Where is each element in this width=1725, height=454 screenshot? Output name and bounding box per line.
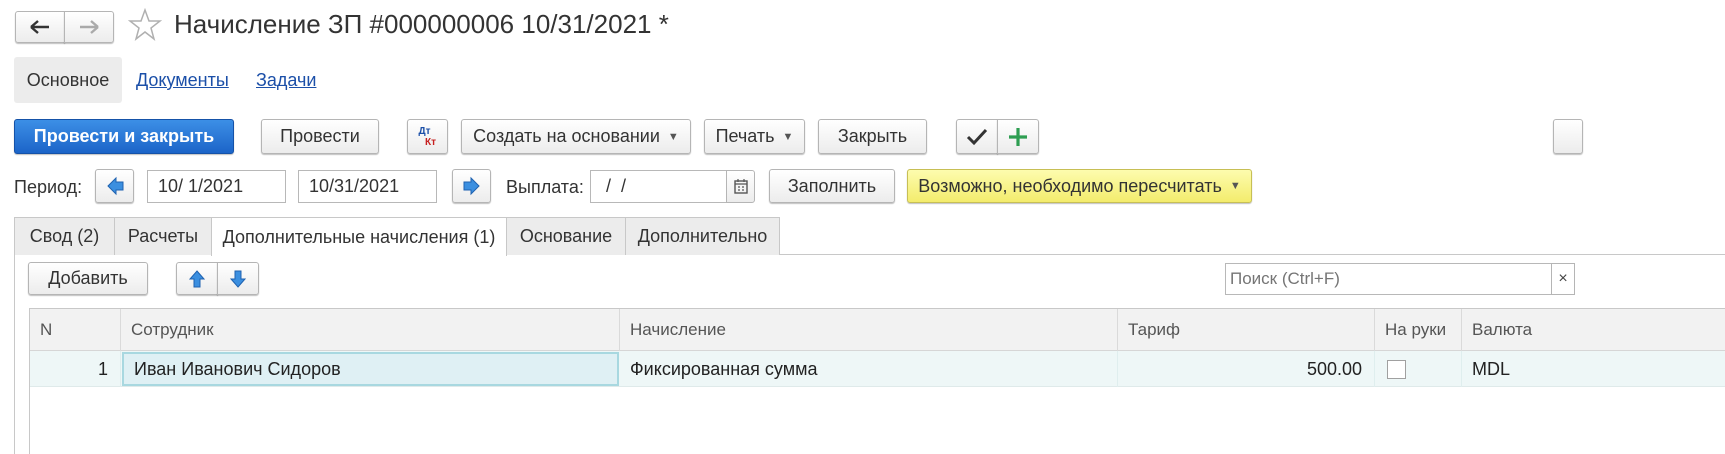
move-up-button[interactable]: [176, 262, 218, 295]
column-header-n[interactable]: N: [30, 309, 121, 351]
arrow-left-icon: [30, 20, 49, 34]
fill-label: Заполнить: [787, 175, 877, 196]
post-button[interactable]: Провести: [261, 119, 379, 154]
more-button[interactable]: [1553, 119, 1583, 154]
calendar-icon: [733, 179, 748, 194]
close-button[interactable]: Закрыть: [818, 119, 927, 154]
in-hand-checkbox[interactable]: [1387, 359, 1406, 379]
tab-summary[interactable]: Свод (2): [14, 217, 115, 255]
post-and-close-button[interactable]: Провести и закрыть: [14, 119, 234, 154]
column-header-in-hand[interactable]: На руки: [1375, 309, 1462, 351]
recalculate-notice-label: Возможно, необходимо пересчитать: [918, 175, 1222, 196]
checkmark-button[interactable]: [956, 119, 998, 154]
arrow-right-icon: [463, 176, 480, 196]
nav-tab-documents[interactable]: Документы: [136, 70, 229, 91]
tab-additional-label: Дополнительно: [637, 226, 768, 246]
nav-tab-tasks[interactable]: Задачи: [256, 70, 316, 91]
cell-currency[interactable]: MDL: [1462, 351, 1725, 387]
calendar-button[interactable]: [726, 170, 755, 203]
period-label: Период:: [14, 177, 83, 197]
search-clear-button[interactable]: ×: [1551, 263, 1575, 295]
forward-button[interactable]: [64, 11, 114, 43]
period-to-input[interactable]: 10/31/2021: [298, 170, 437, 203]
cell-in-hand[interactable]: [1375, 351, 1462, 387]
period-prev-button[interactable]: [95, 169, 134, 203]
column-header-employee[interactable]: Сотрудник: [121, 309, 620, 351]
cell-n[interactable]: 1: [30, 351, 121, 387]
chevron-down-icon: ▼: [782, 130, 794, 143]
tab-basis-label: Основание: [519, 226, 613, 246]
add-row-button[interactable]: Добавить: [28, 262, 148, 295]
tab-calculations[interactable]: Расчеты: [114, 217, 212, 255]
post-label: Провести: [280, 126, 360, 146]
nav-tab-main[interactable]: Основное: [14, 57, 122, 103]
tab-additional-accruals[interactable]: Дополнительные начисления (1): [211, 217, 507, 256]
tab-basis[interactable]: Основание: [506, 217, 626, 255]
cell-rate[interactable]: 500.00: [1118, 351, 1375, 387]
favorite-star-icon[interactable]: [127, 7, 163, 42]
period-next-button[interactable]: [452, 169, 491, 203]
kt-label: Кт: [424, 136, 436, 148]
create-based-on-button[interactable]: Создать на основании ▼: [461, 119, 691, 154]
column-header-accrual[interactable]: Начисление: [620, 309, 1118, 351]
chevron-down-icon: ▼: [1229, 180, 1241, 192]
payout-date-input[interactable]: / /: [590, 170, 727, 203]
back-button[interactable]: [15, 11, 65, 43]
tab-summary-label: Свод (2): [29, 226, 100, 246]
period-from-input[interactable]: 10/ 1/2021: [147, 170, 286, 203]
chevron-down-icon: ▼: [667, 130, 679, 143]
cell-accrual[interactable]: Фиксированная сумма: [620, 351, 1118, 387]
close-icon: ×: [1558, 270, 1568, 287]
add-row-label: Добавить: [48, 268, 128, 288]
search-input[interactable]: [1225, 263, 1552, 295]
close-label: Закрыть: [837, 126, 908, 146]
dt-label: Дт: [418, 125, 431, 137]
nav-tab-main-label: Основное: [26, 69, 110, 90]
arrow-up-icon: [189, 269, 205, 287]
checkmark-icon: [966, 128, 988, 145]
plus-icon: [1009, 127, 1027, 146]
payout-label: Выплата:: [506, 177, 584, 197]
arrow-down-icon: [230, 270, 246, 288]
page-title: Начисление ЗП #000000006 10/31/2021 *: [174, 9, 669, 39]
tab-additional[interactable]: Дополнительно: [625, 217, 780, 255]
create-based-on-label: Создать на основании: [473, 126, 660, 146]
add-button[interactable]: [997, 119, 1039, 154]
fill-button[interactable]: Заполнить: [769, 169, 895, 203]
dt-kt-button[interactable]: Дт Кт: [407, 119, 448, 154]
tab-additional-accruals-label: Дополнительные начисления (1): [222, 226, 496, 247]
arrow-left-icon: [106, 176, 123, 196]
column-header-currency[interactable]: Валюта: [1462, 309, 1725, 351]
post-and-close-label: Провести и закрыть: [33, 126, 215, 146]
cell-employee[interactable]: Иван Иванович Сидоров: [122, 352, 619, 386]
print-label: Печать: [715, 126, 775, 146]
move-down-button[interactable]: [217, 262, 259, 295]
print-button[interactable]: Печать ▼: [704, 119, 805, 154]
arrow-right-icon: [80, 20, 99, 34]
recalculate-notice-button[interactable]: Возможно, необходимо пересчитать ▼: [907, 169, 1252, 203]
column-header-rate[interactable]: Тариф: [1118, 309, 1375, 351]
tab-calculations-label: Расчеты: [127, 226, 199, 246]
